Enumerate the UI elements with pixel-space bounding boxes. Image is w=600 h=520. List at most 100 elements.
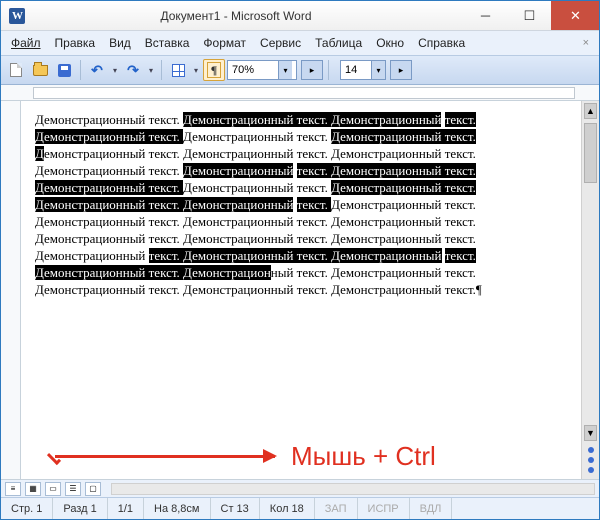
text-run[interactable]: текст. [297, 197, 331, 212]
chevron-down-icon[interactable]: ▾ [278, 61, 292, 79]
maximize-button[interactable]: ☐ [507, 1, 551, 30]
titlebar[interactable]: Документ1 - Microsoft Word ─ ☐ ✕ [1, 1, 599, 31]
text-run[interactable]: Демонстрационный [331, 112, 441, 127]
text-run[interactable]: Демонстрационный текст. [35, 163, 183, 178]
menu-table[interactable]: Таблица [309, 34, 368, 52]
show-formatting-button[interactable]: ¶ [203, 59, 225, 81]
menu-view[interactable]: Вид [103, 34, 137, 52]
menu-edit[interactable]: Правка [49, 34, 102, 52]
text-run[interactable]: Демонстрационный текст. [35, 282, 183, 297]
menu-help[interactable]: Справка [412, 34, 471, 52]
text-run[interactable]: Демонстрационный текст. [331, 231, 476, 246]
text-run[interactable]: Д [35, 146, 44, 161]
scroll-thumb[interactable] [584, 123, 597, 183]
menu-close-icon[interactable]: × [583, 37, 595, 49]
redo-button[interactable]: ↷ [122, 59, 144, 81]
text-run[interactable]: Демонстрационный текст. [35, 265, 183, 280]
undo-button[interactable]: ↶ [86, 59, 108, 81]
browse-prev-icon[interactable] [588, 447, 594, 453]
text-run[interactable]: текст. [445, 112, 476, 127]
menu-file[interactable]: Файл [5, 34, 47, 52]
text-run[interactable]: текст. [297, 180, 331, 195]
text-run[interactable]: Демонстрационный текст. [331, 214, 476, 229]
undo-dropdown[interactable]: ▾ [110, 66, 120, 75]
redo-dropdown[interactable]: ▾ [146, 66, 156, 75]
horizontal-scrollbar[interactable] [111, 483, 595, 495]
text-run[interactable]: Демонстрационный текст. [331, 180, 476, 195]
status-pages[interactable]: 1/1 [108, 498, 144, 519]
insert-table-button[interactable] [167, 59, 189, 81]
menu-window[interactable]: Окно [370, 34, 410, 52]
text-run[interactable]: Демонстрационный текст. [331, 197, 476, 212]
text-run[interactable]: Демонстрационный текст. [183, 112, 331, 127]
status-mode-track[interactable]: ИСПР [358, 498, 410, 519]
text-run[interactable]: текст. [297, 282, 331, 297]
status-mode-rec[interactable]: ЗАП [315, 498, 358, 519]
document-text[interactable]: Демонстрационный текст. Демонстрационный… [35, 111, 573, 298]
text-run[interactable]: ный текст. [271, 265, 331, 280]
text-run[interactable]: текст. [297, 163, 331, 178]
toolbar-options-button[interactable]: ▸ [301, 60, 323, 80]
text-run[interactable]: текст. [445, 248, 476, 263]
text-run[interactable]: текст. [149, 248, 183, 263]
menu-insert[interactable]: Вставка [139, 34, 196, 52]
text-run[interactable]: Демонстрационный [183, 146, 293, 161]
text-run[interactable]: Демонстрационный текст. [35, 112, 183, 127]
text-run[interactable]: Демонстрационный [331, 248, 441, 263]
save-button[interactable] [53, 59, 75, 81]
text-run[interactable]: Демонстрационный текст. [183, 214, 331, 229]
view-outline-button[interactable]: ☰ [65, 482, 81, 496]
text-run[interactable]: текст. [297, 146, 331, 161]
menu-format[interactable]: Формат [197, 34, 252, 52]
text-run[interactable]: Демонстрационный текст. [331, 129, 476, 144]
text-run[interactable]: Демонстрационный текст. [331, 146, 476, 161]
text-run[interactable]: Демонстрационный [183, 180, 293, 195]
zoom-combo[interactable]: 70% ▾ [227, 60, 297, 80]
horizontal-ruler[interactable] [1, 85, 599, 101]
document-page[interactable]: Демонстрационный текст. Демонстрационный… [21, 101, 581, 479]
view-normal-button[interactable]: ≡ [5, 482, 21, 496]
text-run[interactable]: Демонстрационный [183, 197, 293, 212]
view-print-button[interactable]: ▭ [45, 482, 61, 496]
text-run[interactable]: Демонстрационный текст. [35, 214, 183, 229]
text-run[interactable]: Демонстрационный текст.¶ [331, 282, 482, 297]
status-section[interactable]: Разд 1 [53, 498, 107, 519]
text-run[interactable]: Демонстрационный [183, 282, 293, 297]
text-run[interactable]: Демонстрационный текст. [183, 248, 331, 263]
scroll-down-button[interactable]: ▼ [584, 425, 597, 441]
status-position[interactable]: На 8,8см [144, 498, 210, 519]
text-run[interactable]: Демонстрацион [183, 265, 271, 280]
menu-service[interactable]: Сервис [254, 34, 307, 52]
text-run[interactable]: Демонстрационный текст. [35, 197, 183, 212]
text-run[interactable]: текст. [149, 231, 183, 246]
text-run[interactable]: емонстрационный текст. [44, 146, 183, 161]
status-column[interactable]: Кол 18 [260, 498, 315, 519]
format-options-button[interactable]: ▸ [390, 60, 412, 80]
text-run[interactable]: Демонстрационный [35, 248, 149, 263]
close-button[interactable]: ✕ [551, 1, 599, 30]
vertical-scrollbar[interactable]: ▲ ▼ [581, 101, 599, 479]
new-doc-button[interactable] [5, 59, 27, 81]
vertical-ruler[interactable] [1, 101, 21, 479]
scroll-up-button[interactable]: ▲ [584, 103, 597, 119]
open-button[interactable] [29, 59, 51, 81]
text-run[interactable]: Демонстрационный текст. [331, 163, 476, 178]
browse-next-icon[interactable] [588, 467, 594, 473]
text-run[interactable]: Демонстрационный [35, 231, 145, 246]
chevron-down-icon[interactable]: ▾ [371, 61, 385, 79]
view-reading-button[interactable]: ▢ [85, 482, 101, 496]
view-web-button[interactable]: ▦ [25, 482, 41, 496]
browse-object-icon[interactable] [588, 457, 594, 463]
font-size-combo[interactable]: 14 ▾ [340, 60, 386, 80]
status-page[interactable]: Стр. 1 [1, 498, 53, 519]
text-run[interactable]: Демонстрационный текст. [35, 129, 183, 144]
text-run[interactable]: Демонстрационный текст. [183, 129, 331, 144]
table-dropdown[interactable]: ▾ [191, 66, 201, 75]
text-run[interactable]: Демонстрационный [183, 163, 293, 178]
status-line[interactable]: Ст 13 [211, 498, 260, 519]
text-run[interactable]: Демонстрационный текст. [331, 265, 476, 280]
status-mode-ext[interactable]: ВДЛ [410, 498, 453, 519]
minimize-button[interactable]: ─ [463, 1, 507, 30]
text-run[interactable]: Демонстрационный текст. [183, 231, 331, 246]
text-run[interactable]: Демонстрационный текст. [35, 180, 183, 195]
